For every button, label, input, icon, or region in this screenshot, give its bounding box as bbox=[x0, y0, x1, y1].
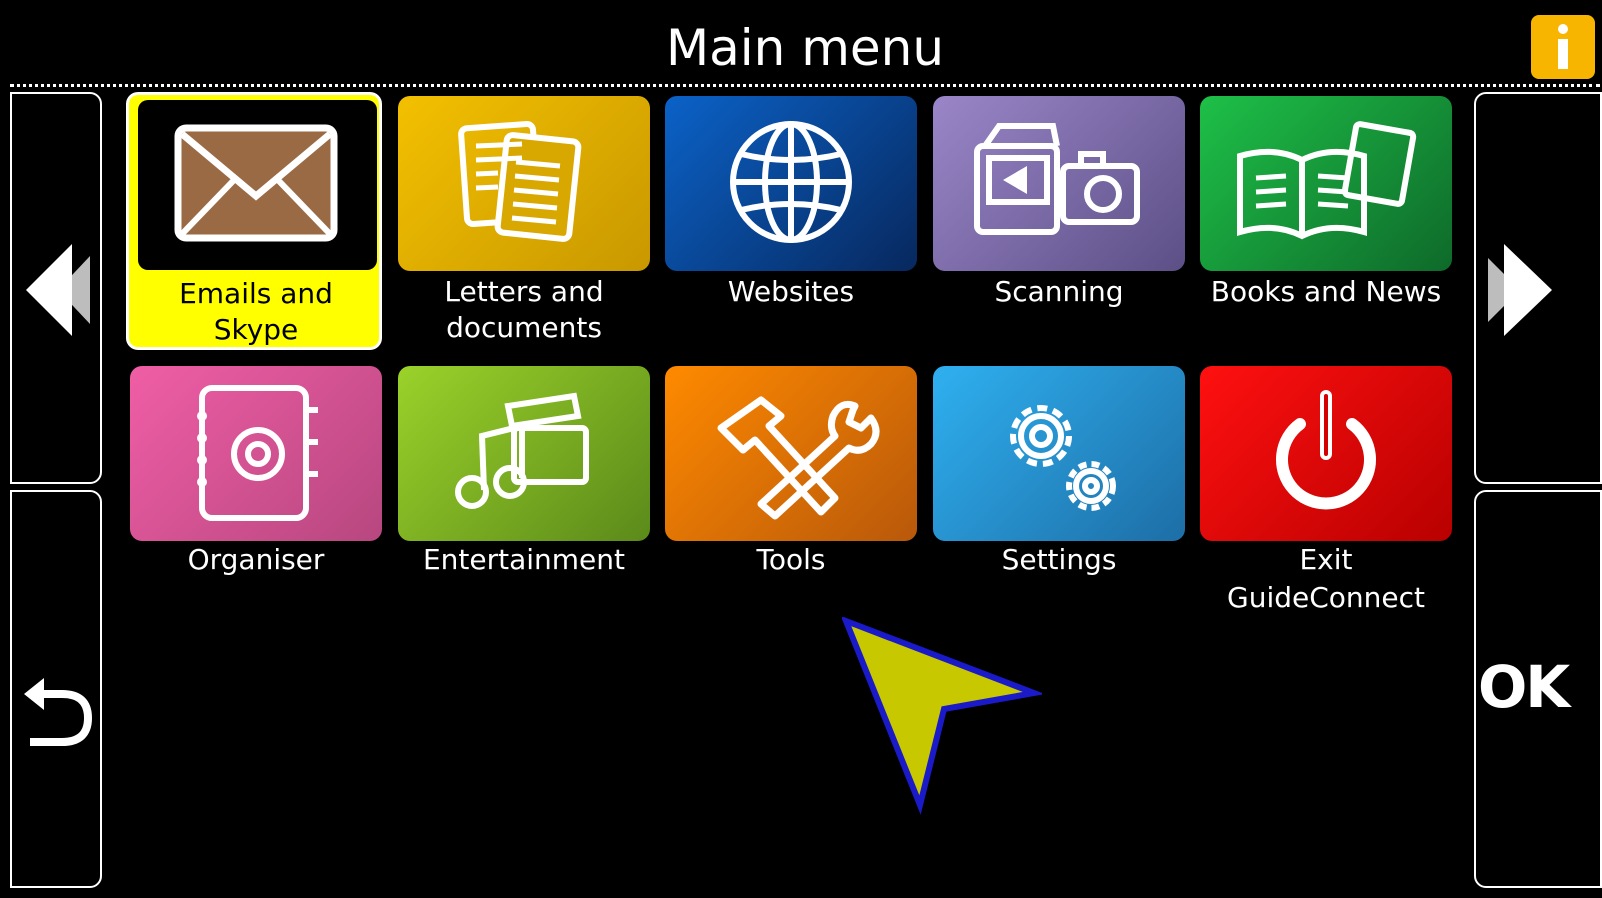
double-left-arrow-icon bbox=[26, 244, 90, 336]
tile-label-line2: Skype bbox=[213, 313, 299, 346]
info-button[interactable] bbox=[1531, 15, 1595, 79]
ok-button[interactable]: OK bbox=[1474, 490, 1602, 888]
tile-books-and-news[interactable]: Books and News bbox=[1200, 96, 1452, 348]
documents-icon bbox=[458, 121, 582, 242]
tile-label-line1: Letters and bbox=[444, 275, 604, 308]
tile-label-line1: Books and News bbox=[1210, 275, 1442, 308]
tile-label-line1: Tools bbox=[756, 543, 826, 576]
info-icon bbox=[1558, 24, 1568, 69]
back-arrow-icon bbox=[24, 678, 93, 746]
tile-label-line1: Organiser bbox=[187, 543, 325, 576]
address-book-icon bbox=[197, 385, 318, 521]
double-right-arrow-icon bbox=[1488, 244, 1552, 336]
scanner-camera-icon bbox=[974, 123, 1140, 235]
envelope-icon bbox=[174, 124, 338, 242]
tile-label-line1: Emails and bbox=[179, 277, 333, 310]
tile-settings[interactable]: Settings bbox=[933, 366, 1185, 576]
tile-label-line1: Websites bbox=[727, 275, 855, 308]
tile-emails-and-skype[interactable]: Emails and Skype bbox=[126, 92, 382, 350]
power-icon bbox=[1276, 390, 1376, 510]
globe-icon bbox=[730, 121, 852, 243]
tile-label-line1: Exit bbox=[1299, 543, 1353, 576]
back-button[interactable] bbox=[10, 490, 102, 888]
tile-label-line2: GuideConnect bbox=[1227, 581, 1425, 614]
tile-websites[interactable]: Websites bbox=[665, 96, 917, 348]
tile-tools[interactable]: Tools bbox=[665, 366, 917, 576]
tile-label-line1: Settings bbox=[1001, 543, 1117, 576]
ok-label: OK bbox=[1478, 653, 1570, 721]
previous-page-button[interactable] bbox=[10, 92, 102, 484]
title-bar: Main menu bbox=[10, 8, 1600, 84]
tile-label-line1: Scanning bbox=[994, 275, 1124, 308]
next-page-button[interactable] bbox=[1474, 92, 1602, 484]
tile-scanning[interactable]: Scanning bbox=[933, 96, 1185, 348]
tile-letters-and-documents[interactable]: Letters and documents bbox=[398, 96, 650, 348]
hammer-wrench-icon bbox=[717, 396, 880, 520]
tile-organiser[interactable]: Organiser bbox=[130, 366, 382, 576]
music-clapper-icon bbox=[455, 392, 589, 509]
tile-entertainment[interactable]: Entertainment bbox=[398, 366, 650, 576]
tile-label-line1: Entertainment bbox=[422, 543, 626, 576]
tile-label-line2: documents bbox=[446, 311, 602, 344]
page-title: Main menu bbox=[665, 19, 945, 77]
mouse-pointer-icon bbox=[842, 617, 1042, 815]
title-divider bbox=[10, 84, 1600, 87]
gears-icon bbox=[1010, 405, 1116, 511]
book-news-icon bbox=[1237, 121, 1417, 240]
tile-exit-guideconnect[interactable]: Exit GuideConnect bbox=[1200, 366, 1452, 616]
